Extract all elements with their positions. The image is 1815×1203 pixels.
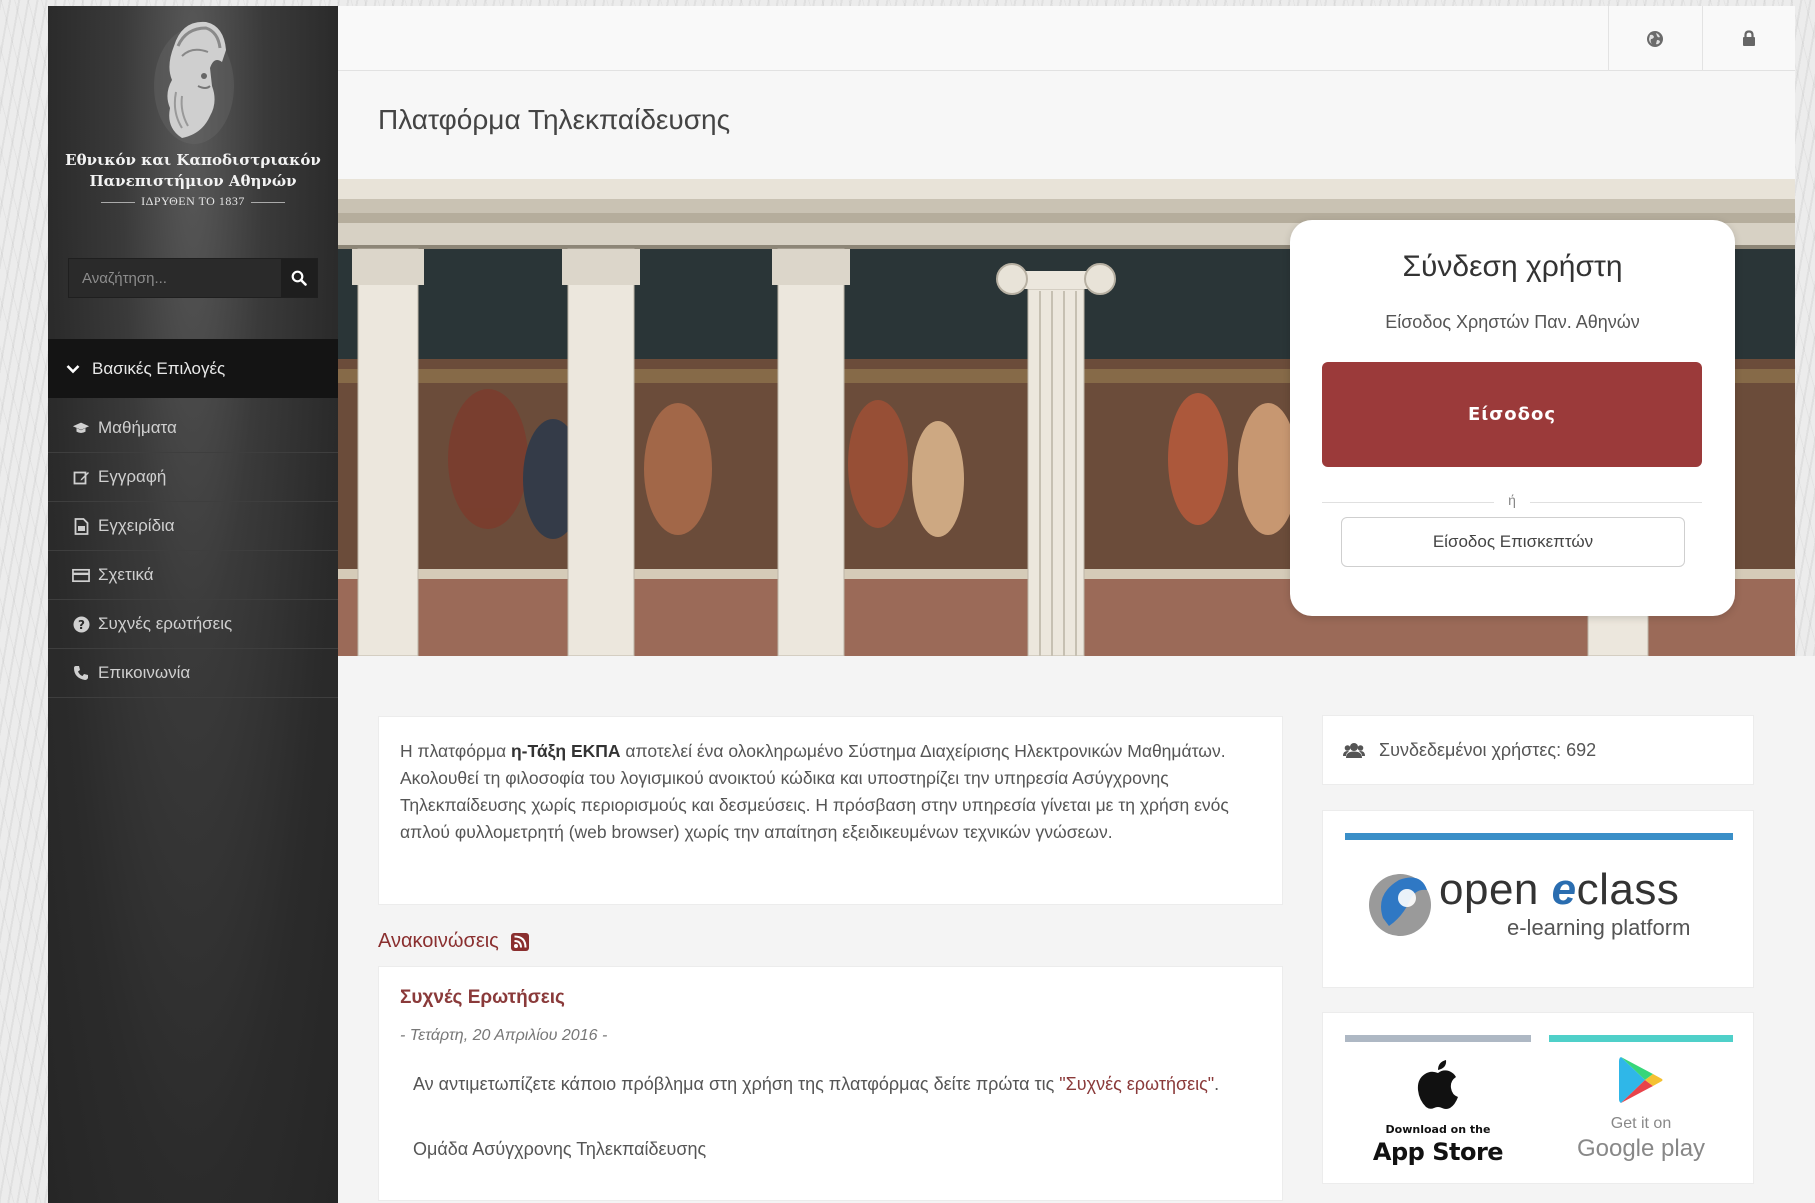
university-name-line1: Εθνικόν και Καποδιστριακόν [65, 151, 321, 169]
announcement-body-suffix: . [1214, 1074, 1220, 1094]
chevron-down-icon [66, 364, 80, 374]
search-input[interactable] [69, 259, 281, 297]
open-eclass-card[interactable]: open eclass e-learning platform [1322, 810, 1754, 988]
svg-text:?: ? [78, 618, 85, 632]
announcement-body-text: Αν αντιμετωπίζετε κάποιο πρόβλημα στη χρ… [413, 1074, 1060, 1094]
edit-icon [72, 468, 90, 486]
login-or-separator: ή [1322, 492, 1702, 512]
announcement-body: Αν αντιμετωπίζετε κάποιο πρόβλημα στη χρ… [413, 1071, 1233, 1098]
language-button[interactable] [1608, 6, 1701, 71]
lock-icon [1743, 30, 1755, 46]
login-subtitle: Είσοδος Χρηστών Παν. Αθηνών [1385, 312, 1640, 332]
online-users-count: Συνδεδεμένοι χρήστες: 692 [1379, 739, 1597, 760]
eclass-e-letter: e [1551, 865, 1577, 914]
top-bar [338, 6, 1795, 71]
eclass-class-text: class [1576, 865, 1680, 914]
appstore-big-text: App Store [1372, 1138, 1504, 1166]
login-card: Σύνδεση χρήστη Είσοδος Χρηστών Παν. Αθην… [1290, 220, 1735, 616]
search-button[interactable] [281, 259, 317, 297]
open-eclass-logo-icon [1369, 874, 1431, 936]
faq-link[interactable]: "Συχνές ερωτήσεις" [1059, 1074, 1214, 1094]
eclass-tagline: e-learning platform [1507, 915, 1691, 940]
eclass-wordmark: open eclass [1439, 865, 1679, 915]
apple-icon [1417, 1060, 1458, 1109]
login-title: Σύνδεση χρήστη [1402, 250, 1623, 283]
university-founded: ΙΔΡΥΘΕΝ ΤΟ 1837 [48, 194, 338, 209]
rss-icon [510, 932, 529, 951]
guest-login-button[interactable]: Είσοδος Επισκεπτών [1341, 517, 1685, 567]
sidebar-item-label: Εγχειρίδια [98, 516, 175, 535]
sidebar-item-faq[interactable]: ? Συχνές ερωτήσεις [48, 600, 338, 649]
sidebar-item-contact[interactable]: Επικοινωνία [48, 649, 338, 698]
university-logo[interactable]: Εθνικόν και Καποδιστριακόν Πανεπιστήμιον… [48, 6, 338, 236]
login-button[interactable]: Είσοδος [1322, 362, 1702, 467]
app-store-badge[interactable]: Download on the App Store [1345, 1051, 1531, 1171]
graduation-cap-icon [72, 419, 90, 437]
phone-icon [72, 664, 90, 682]
university-name-line2: Πανεπιστήμιον Αθηνών [89, 172, 297, 190]
question-icon: ? [72, 615, 90, 633]
eclass-accent-bar [1345, 833, 1733, 840]
gplay-big-text: Google play [1576, 1135, 1706, 1162]
announcement-date: - Τετάρτη, 20 Απριλίου 2016 - [400, 1027, 608, 1044]
university-name: Εθνικόν και Καποδιστριακόν Πανεπιστήμιον… [48, 150, 338, 192]
intro-card: Η πλατφόρμα η-Τάξη ΕΚΠΑ αποτελεί ένα ολο… [378, 716, 1283, 905]
appstore-accent-bar [1345, 1035, 1531, 1042]
menu-header-label: Βασικές Επιλογές [92, 358, 226, 378]
card-icon [72, 566, 90, 584]
google-play-icon [1619, 1057, 1663, 1103]
gplay-small-text: Get it on [1610, 1115, 1672, 1132]
sidebar-item-label: Συχνές ερωτήσεις [98, 614, 233, 633]
search-icon [291, 270, 307, 286]
online-users-card: Συνδεδεμένοι χρήστες: 692 [1322, 715, 1754, 785]
google-play-badge[interactable]: Get it on Google play [1549, 1051, 1733, 1171]
announcement-title-link[interactable]: Συχνές Ερωτήσεις [400, 987, 565, 1009]
page-title: Πλατφόρμα Τηλεκπαίδευσης [378, 104, 731, 135]
announcement-card: Συχνές Ερωτήσεις - Τετάρτη, 20 Απριλίου … [378, 966, 1283, 1201]
sidebar-item-label: Μαθήματα [98, 418, 177, 437]
athena-emblem-icon [154, 21, 234, 144]
intro-text-part1: Η πλατφόρμα [400, 741, 511, 761]
sidebar-item-label: Σχετικά [98, 565, 154, 584]
search-box [68, 258, 318, 298]
gplay-accent-bar [1549, 1035, 1733, 1042]
sidebar-item-label: Επικοινωνία [98, 663, 191, 682]
login-lock-button[interactable] [1702, 6, 1795, 71]
eclass-open-text: open [1439, 865, 1552, 914]
globe-icon [1647, 30, 1663, 47]
sidebar-item-label: Εγγραφή [98, 467, 167, 486]
sidebar-item-register[interactable]: Εγγραφή [48, 453, 338, 502]
announcement-signature: Ομάδα Ασύγχρονης Τηλεκπαίδευσης [413, 1139, 707, 1159]
announcements-heading-label: Ανακοινώσεις [378, 930, 499, 952]
document-icon [72, 517, 90, 535]
sidebar-item-about[interactable]: Σχετικά [48, 551, 338, 600]
users-icon [1343, 742, 1365, 759]
mobile-apps-card: Download on the App Store Get it on Goog… [1322, 1012, 1754, 1184]
rss-feed-button[interactable] [510, 932, 529, 951]
sidebar-item-manuals[interactable]: Εγχειρίδια [48, 502, 338, 551]
intro-platform-name: η-Τάξη ΕΚΠΑ [510, 741, 621, 761]
announcements-heading: Ανακοινώσεις [378, 930, 529, 953]
menu-header-basic-options[interactable]: Βασικές Επιλογές [48, 339, 338, 398]
appstore-small-text: Download on the [1385, 1123, 1491, 1136]
sidebar: Εθνικόν και Καποδιστριακόν Πανεπιστήμιον… [48, 6, 338, 1203]
sidebar-menu: Μαθήματα Εγγραφή Εγχειρίδια Σχετικά ? Συ… [48, 404, 338, 698]
sidebar-item-courses[interactable]: Μαθήματα [48, 404, 338, 453]
